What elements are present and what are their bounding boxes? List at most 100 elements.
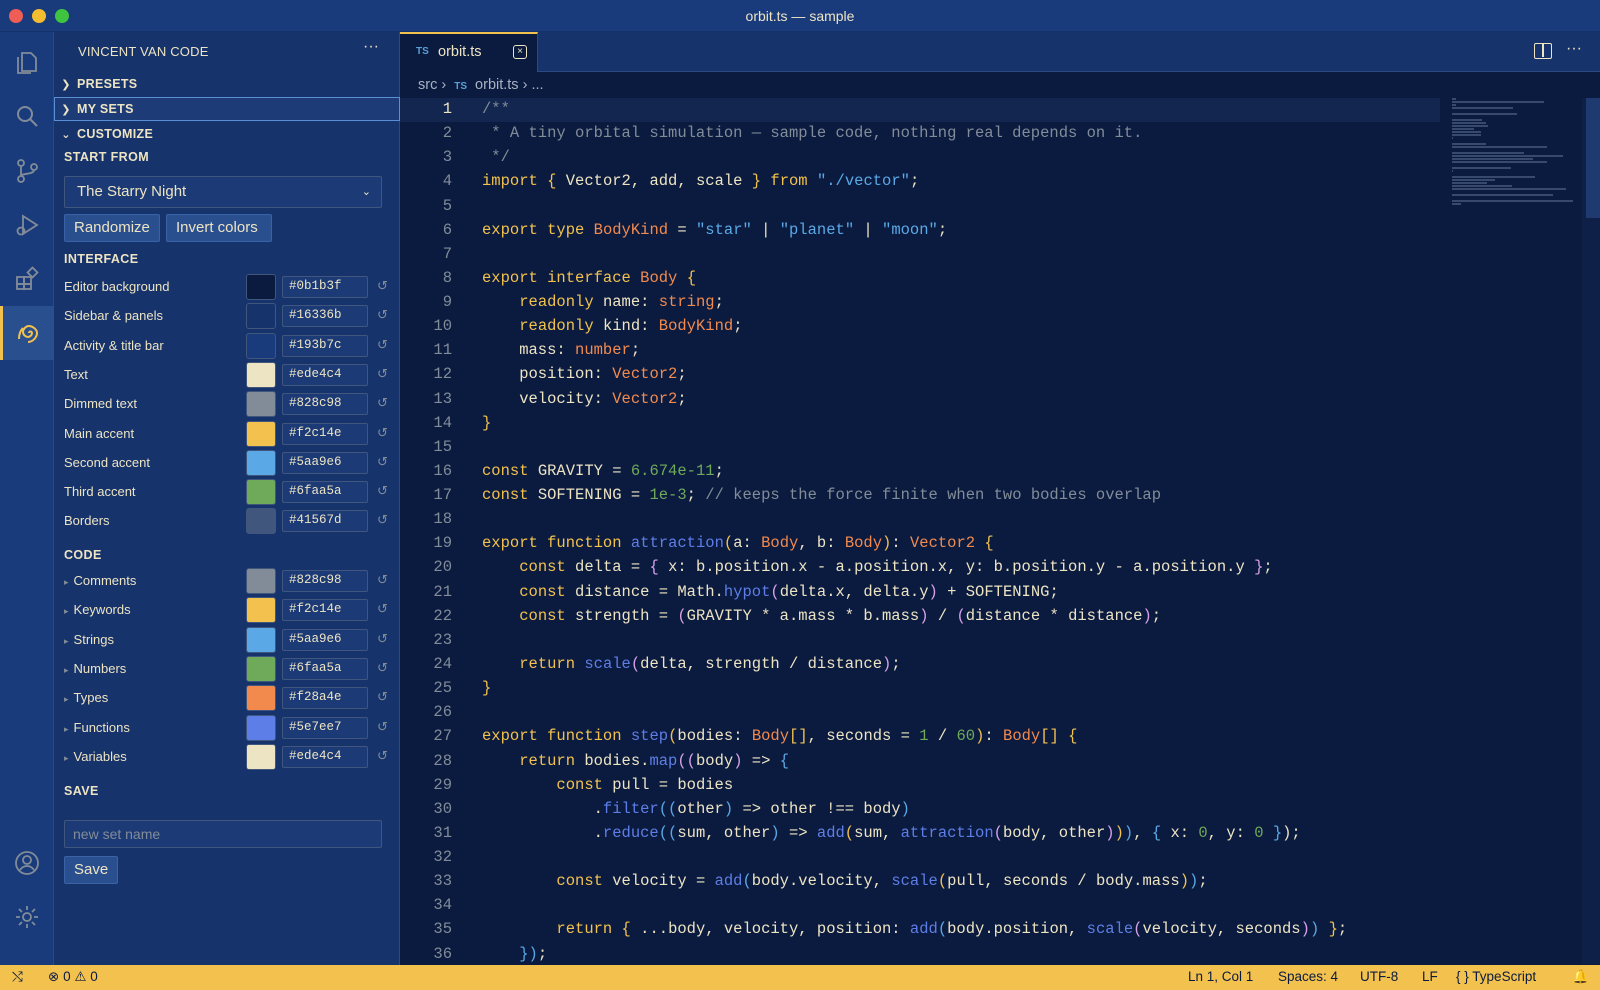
remote-icon[interactable]: ⤭ [12,969,23,985]
color-swatch[interactable] [246,391,276,418]
problems-indicator[interactable]: ⊗ 0 ⚠ 0 [48,969,98,985]
hex-input[interactable]: #6faa5a [282,657,368,680]
reset-icon[interactable]: ↺ [377,601,388,617]
code-line[interactable]: 36 }); [400,943,1440,964]
hex-input[interactable]: #ede4c4 [282,745,368,768]
code-line[interactable]: 33 const velocity = add(body.velocity, s… [400,870,1440,894]
code-line[interactable]: 26 [400,701,1440,725]
code-line[interactable]: 10 readonly kind: BodyKind; [400,315,1440,339]
code-line[interactable]: 18 [400,508,1440,532]
code-line[interactable]: 15 [400,436,1440,460]
color-swatch[interactable] [246,743,276,770]
source-control-icon[interactable] [0,144,54,198]
hex-input[interactable]: #ede4c4 [282,363,368,386]
color-swatch[interactable] [246,274,276,300]
code-line[interactable]: 24 return scale(delta, strength / distan… [400,653,1440,677]
tab-orbit-ts[interactable]: TS orbit.ts × [400,32,538,72]
search-icon[interactable] [0,90,54,144]
hex-input[interactable]: #828c98 [282,393,368,416]
reset-icon[interactable]: ↺ [377,719,388,735]
reset-icon[interactable]: ↺ [377,572,388,588]
code-line[interactable]: 11 mass: number; [400,339,1440,363]
code-line[interactable]: 31 .reduce((sum, other) => add(sum, attr… [400,822,1440,846]
bell-icon[interactable]: 🔔 [1572,969,1589,985]
hex-input[interactable]: #41567d [282,510,368,533]
start-from-select[interactable]: The Starry Night ⌄ [64,176,382,208]
extensions-icon[interactable] [0,252,54,306]
code-line[interactable]: 12 position: Vector2; [400,363,1440,387]
language-mode[interactable]: { } TypeScript [1456,969,1536,984]
code-line[interactable]: 7 [400,243,1440,267]
set-name-input[interactable]: new set name [64,820,382,848]
reset-icon[interactable]: ↺ [377,483,388,499]
color-swatch[interactable] [246,508,276,535]
hex-input[interactable]: #f2c14e [282,599,368,622]
hex-input[interactable]: #6faa5a [282,481,368,504]
code-line[interactable]: 8 export interface Body { [400,267,1440,291]
account-icon[interactable] [0,836,54,890]
reset-icon[interactable]: ↺ [377,748,388,764]
more-actions-icon[interactable]: ··· [363,38,379,56]
swirl-icon[interactable] [0,306,54,360]
color-swatch[interactable] [246,303,276,330]
hex-input[interactable]: #828c98 [282,570,368,592]
code-line[interactable]: 1 /** [400,98,1440,122]
code-line[interactable]: 17 const SOFTENING = 1e-3; // keeps the f… [400,484,1440,508]
cursor-position[interactable]: Ln 1, Col 1 [1188,969,1253,984]
split-editor-icon[interactable] [1534,43,1552,59]
section-presets[interactable]: ❯ PRESETS [54,72,400,96]
code-line[interactable]: 6 export type BodyKind = "star" | "planet… [400,219,1440,243]
code-line[interactable]: 28 return bodies.map((body) => { [400,750,1440,774]
hex-input[interactable]: #193b7c [282,334,368,357]
code-line[interactable]: 32 [400,846,1440,870]
code-line[interactable]: 27 export function step(bodies: Body[], s… [400,725,1440,749]
close-icon[interactable]: × [513,45,527,59]
breadcrumb-symbol[interactable]: ... [531,77,543,93]
code-line[interactable]: 9 readonly name: string; [400,291,1440,315]
hex-input[interactable]: #5aa9e6 [282,451,368,474]
color-swatch[interactable] [246,685,276,712]
code-line[interactable]: 23 [400,629,1440,653]
minimap[interactable] [1452,98,1582,205]
line-ending[interactable]: LF [1422,969,1438,984]
code-line[interactable]: 4 import { Vector2, add, scale } from "./… [400,170,1440,194]
encoding[interactable]: UTF-8 [1360,969,1398,984]
reset-icon[interactable]: ↺ [377,278,388,294]
hex-input[interactable]: #0b1b3f [282,276,368,298]
color-swatch[interactable] [246,332,276,359]
code-line[interactable]: 22 const strength = (GRAVITY * a.mass * … [400,605,1440,629]
code-line[interactable]: 21 const distance = Math.hypot(delta.x, … [400,581,1440,605]
randomize-button[interactable]: Randomize [64,214,160,242]
hex-input[interactable]: #f2c14e [282,422,368,445]
reset-icon[interactable]: ↺ [377,337,388,353]
reset-icon[interactable]: ↺ [377,395,388,411]
code-line[interactable]: 14} [400,412,1440,436]
reset-icon[interactable]: ↺ [377,366,388,382]
invert-colors-button[interactable]: Invert colors [166,214,272,242]
code-line[interactable]: 16 const GRAVITY = 6.674e-11; [400,460,1440,484]
code-line[interactable]: 34 [400,894,1440,918]
gear-icon[interactable] [0,890,54,944]
save-button[interactable]: Save [64,856,118,884]
hex-input[interactable]: #16336b [282,305,368,328]
reset-icon[interactable]: ↺ [377,631,388,647]
color-swatch[interactable] [246,568,276,594]
color-swatch[interactable] [246,714,276,741]
code-line[interactable]: 13 velocity: Vector2; [400,388,1440,412]
color-swatch[interactable] [246,626,276,653]
color-swatch[interactable] [246,361,276,388]
reset-icon[interactable]: ↺ [377,454,388,470]
code-line[interactable]: 35 return { ...body, velocity, position:… [400,918,1440,942]
code-line[interactable]: 19 export function attraction(a: Body, b:… [400,532,1440,556]
code-line[interactable]: 3 */ [400,146,1440,170]
reset-icon[interactable]: ↺ [377,660,388,676]
breadcrumb-folder[interactable]: src [418,77,437,93]
more-actions-icon[interactable]: ··· [1566,40,1582,58]
code-line[interactable]: 20 const delta = { x: b.position.x - a.p… [400,556,1440,580]
scrollbar-thumb[interactable] [1586,98,1600,218]
reset-icon[interactable]: ↺ [377,512,388,528]
reset-icon[interactable]: ↺ [377,307,388,323]
section-customize[interactable]: ⌄ CUSTOMIZE [54,122,400,146]
code-line[interactable]: 5 [400,195,1440,219]
hex-input[interactable]: #5aa9e6 [282,628,368,651]
